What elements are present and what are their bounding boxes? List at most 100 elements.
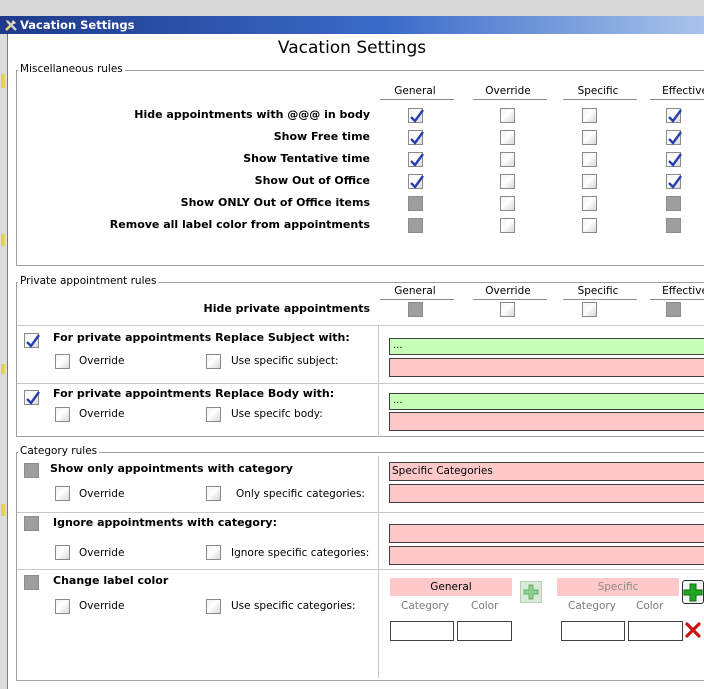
misc-effective-checkbox[interactable] (666, 196, 681, 211)
misc-effective-checkbox[interactable] (666, 130, 682, 145)
misc-override-checkbox[interactable] (500, 174, 515, 189)
misc-rule-label: Show Tentative time (243, 152, 370, 165)
misc-effective-checkbox[interactable] (666, 174, 682, 189)
ignore-general-field[interactable] (389, 524, 704, 543)
misc-specific-checkbox[interactable] (582, 196, 597, 211)
hide-private-effective-checkbox[interactable] (666, 302, 681, 317)
add-specific-color-button[interactable] (682, 580, 704, 604)
ignore-category-checkbox[interactable] (24, 516, 39, 531)
general-category-input[interactable] (390, 621, 454, 641)
left-edge (0, 34, 8, 689)
misc-col-header: Override (485, 85, 531, 97)
color-specific-category-col: Category (568, 600, 616, 612)
misc-override-checkbox[interactable] (500, 108, 515, 123)
misc-rule-label: Show ONLY Out of Office items (180, 196, 370, 209)
misc-general-checkbox[interactable] (408, 130, 424, 145)
show-only-category-checkbox[interactable] (24, 463, 39, 478)
background-window-strip (0, 0, 704, 17)
misc-override-checkbox[interactable] (500, 196, 515, 211)
specific-color-input[interactable] (628, 621, 683, 641)
column-underline (473, 299, 547, 300)
color-specific-header: Specific (557, 578, 679, 596)
color-specific-color-col: Color (636, 600, 664, 612)
misc-rule-label: Hide appointments with @@@ in body (134, 108, 370, 121)
misc-col-header: Specific (577, 85, 619, 97)
show-only-specific-label: Only specific categories: (236, 488, 365, 500)
body-specific-checkbox[interactable] (206, 407, 221, 422)
misc-specific-checkbox[interactable] (582, 218, 597, 233)
misc-col-header: Effective (662, 85, 704, 97)
ignore-specific-field[interactable] (389, 546, 704, 565)
specific-category-input[interactable] (561, 621, 625, 641)
misc-rule-label: Show Free time (273, 130, 370, 143)
show-only-specific-checkbox[interactable] (206, 486, 221, 501)
color-override-label: Override (79, 600, 125, 612)
misc-effective-checkbox[interactable] (666, 152, 682, 167)
column-underline (650, 299, 704, 300)
body-override-checkbox[interactable] (55, 407, 70, 422)
misc-rule-label: Remove all label color from appointments (109, 218, 370, 231)
subject-general-field[interactable]: ... (389, 338, 704, 355)
title-bar[interactable]: Vacation Settings (0, 16, 704, 34)
subject-override-checkbox[interactable] (55, 354, 70, 369)
misc-general-checkbox[interactable] (408, 196, 423, 211)
misc-general-checkbox[interactable] (408, 174, 424, 189)
misc-general-checkbox[interactable] (408, 108, 424, 123)
delete-icon[interactable] (684, 621, 702, 639)
body-specific-label: Use specifc body: (231, 408, 323, 420)
replace-subject-checkbox[interactable] (24, 333, 40, 348)
ignore-specific-label: Ignore specific categories: (231, 547, 370, 559)
replace-subject-label: For private appointments Replace Subject… (53, 331, 350, 344)
misc-specific-checkbox[interactable] (582, 152, 597, 167)
color-override-checkbox[interactable] (55, 599, 70, 614)
replace-body-checkbox[interactable] (24, 390, 40, 405)
misc-override-checkbox[interactable] (500, 152, 515, 167)
column-underline (380, 99, 454, 100)
category-rules-legend: Category rules (18, 445, 100, 457)
misc-col-header: General (394, 85, 436, 97)
divider (17, 569, 704, 570)
body-general-field[interactable]: ... (389, 393, 704, 410)
private-col-header: Override (485, 285, 531, 297)
ignore-specific-checkbox[interactable] (206, 545, 221, 560)
show-only-category-label: Show only appointments with category (50, 462, 293, 475)
divider (17, 383, 704, 384)
misc-rule-label: Show Out of Office (254, 174, 370, 187)
general-color-input[interactable] (457, 621, 512, 641)
misc-override-checkbox[interactable] (500, 130, 515, 145)
change-label-color-checkbox[interactable] (24, 575, 39, 590)
private-col-header: Specific (577, 285, 619, 297)
subject-specific-checkbox[interactable] (206, 354, 221, 369)
misc-effective-checkbox[interactable] (666, 218, 681, 233)
show-only-specific-field[interactable] (389, 484, 704, 503)
color-general-color-col: Color (471, 600, 499, 612)
show-only-general-field[interactable]: Specific Categories (389, 462, 704, 481)
column-underline (563, 299, 637, 300)
hide-private-general-checkbox[interactable] (408, 302, 423, 317)
subject-specific-field[interactable] (389, 358, 704, 377)
misc-specific-checkbox[interactable] (582, 108, 597, 123)
add-general-color-button[interactable] (520, 581, 542, 603)
column-underline (650, 99, 704, 100)
misc-effective-checkbox[interactable] (666, 108, 682, 123)
show-only-override-checkbox[interactable] (55, 486, 70, 501)
color-specific-checkbox[interactable] (206, 599, 221, 614)
divider (378, 456, 379, 678)
plus-icon (523, 584, 539, 600)
hide-private-override-checkbox[interactable] (500, 302, 515, 317)
misc-specific-checkbox[interactable] (582, 174, 597, 189)
misc-override-checkbox[interactable] (500, 218, 515, 233)
misc-general-checkbox[interactable] (408, 218, 423, 233)
column-underline (473, 99, 547, 100)
column-underline (380, 299, 454, 300)
body-specific-field[interactable] (389, 412, 704, 431)
color-general-category-col: Category (401, 600, 449, 612)
ignore-override-checkbox[interactable] (55, 545, 70, 560)
show-only-override-label: Override (79, 488, 125, 500)
misc-specific-checkbox[interactable] (582, 130, 597, 145)
subject-specific-label: Use specific subject: (231, 355, 339, 367)
divider (17, 512, 704, 513)
divider (378, 325, 379, 437)
misc-general-checkbox[interactable] (408, 152, 424, 167)
hide-private-specific-checkbox[interactable] (582, 302, 597, 317)
